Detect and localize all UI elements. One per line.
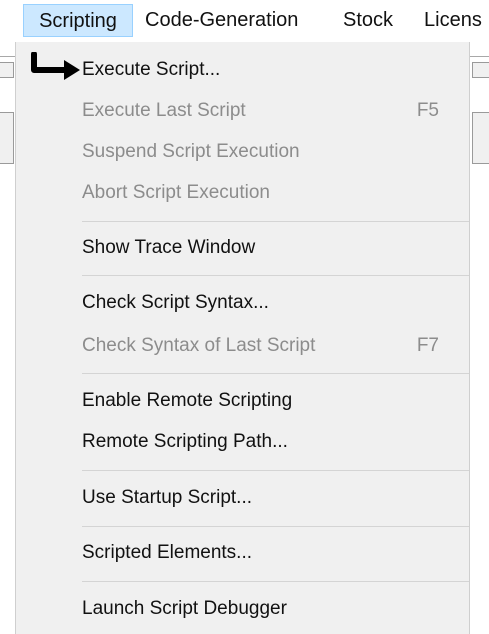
menu-separator [82, 221, 469, 222]
menu-license[interactable]: Licens [424, 4, 482, 37]
menu-item-use-startup-script[interactable]: Use Startup Script... [16, 477, 469, 518]
toolbar-control [0, 62, 14, 78]
menu-item-label: Execute Script... [82, 59, 221, 80]
menu-item-check-syntax-last-script[interactable]: Check Syntax of Last Script F7 [16, 325, 469, 366]
scripting-dropdown-menu: Execute Script... Execute Last Script F5… [15, 42, 470, 634]
menu-separator [82, 526, 469, 527]
menu-item-label: Scripted Elements... [82, 542, 253, 563]
menu-separator [82, 581, 469, 582]
menu-item-label: Suspend Script Execution [82, 141, 300, 162]
menubar: Scripting Code-Generation Stock Licens [0, 0, 489, 42]
menu-scripting[interactable]: Scripting [23, 4, 133, 37]
toolbar-control [472, 112, 489, 164]
menu-item-execute-last-script[interactable]: Execute Last Script F5 [16, 90, 469, 131]
menu-separator [82, 373, 469, 374]
menu-separator [82, 275, 469, 276]
menu-item-abort-script[interactable]: Abort Script Execution [16, 172, 469, 213]
pointing-arrow-icon [31, 52, 80, 80]
menu-item-label: Abort Script Execution [82, 182, 270, 203]
menu-item-label: Use Startup Script... [82, 487, 253, 508]
toolbar-control [0, 112, 14, 164]
menu-separator [82, 470, 469, 471]
toolbar-control [472, 62, 489, 78]
menu-item-label: Launch Script Debugger [82, 598, 287, 619]
menu-item-enable-remote-scripting[interactable]: Enable Remote Scripting [16, 380, 469, 421]
menu-item-suspend-script[interactable]: Suspend Script Execution [16, 131, 469, 172]
menu-item-shortcut: F5 [416, 100, 439, 121]
menu-item-label: Show Trace Window [82, 237, 256, 258]
menu-item-shortcut: F7 [416, 335, 439, 356]
menu-item-check-script-syntax[interactable]: Check Script Syntax... [16, 282, 469, 323]
menu-stock[interactable]: Stock [343, 4, 393, 37]
menu-item-launch-script-debugger[interactable]: Launch Script Debugger [16, 588, 469, 629]
menu-item-label: Execute Last Script [82, 100, 246, 121]
menu-item-scripted-elements[interactable]: Scripted Elements... [16, 532, 469, 573]
menu-item-label: Check Syntax of Last Script [82, 335, 316, 356]
menu-item-label: Enable Remote Scripting [82, 390, 293, 411]
menu-item-remote-scripting-path[interactable]: Remote Scripting Path... [16, 421, 469, 462]
menu-item-show-trace-window[interactable]: Show Trace Window [16, 227, 469, 268]
menu-item-label: Remote Scripting Path... [82, 431, 288, 452]
menu-code-generation[interactable]: Code-Generation [145, 4, 298, 37]
menu-item-label: Check Script Syntax... [82, 292, 269, 313]
